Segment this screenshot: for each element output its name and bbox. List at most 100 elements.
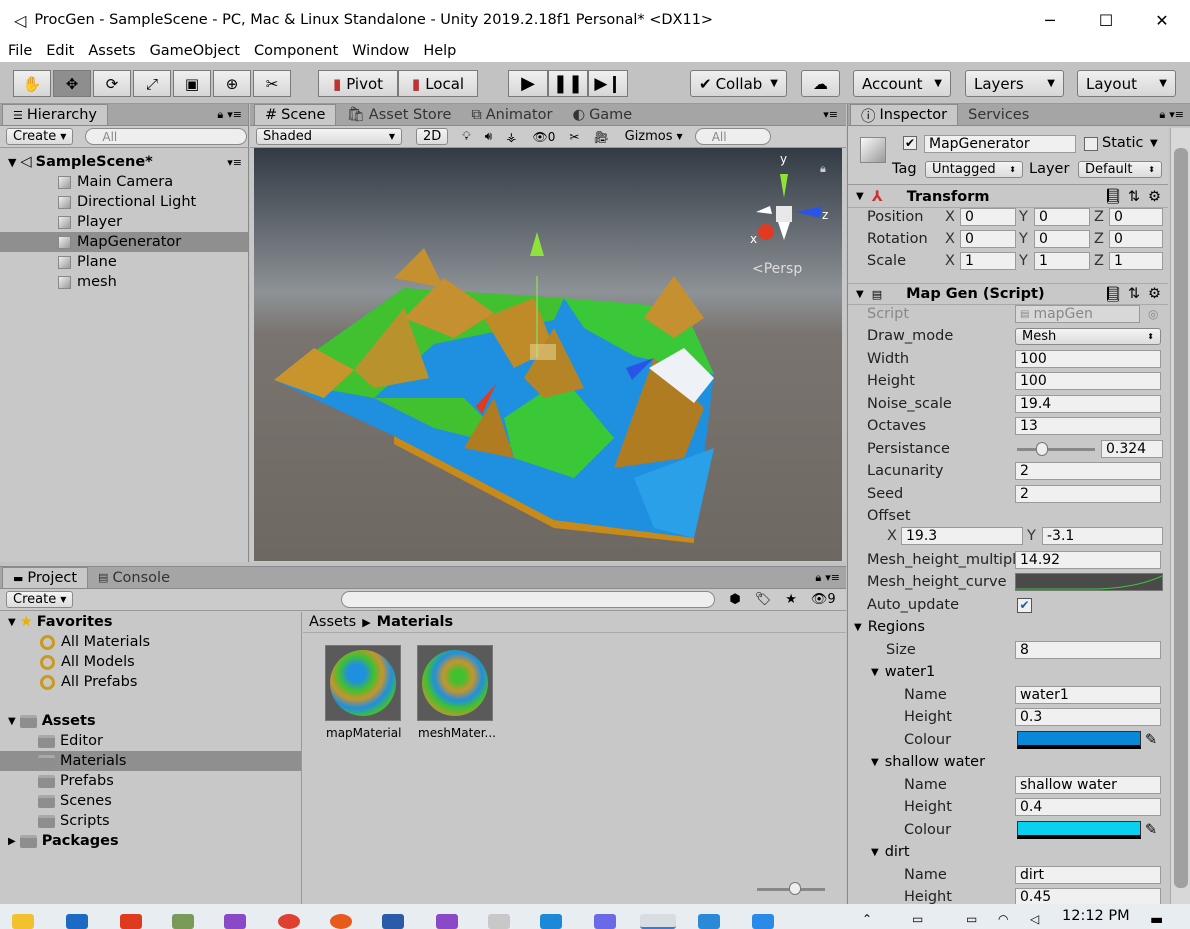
- lock-icon[interactable]: 🔒︎: [820, 162, 826, 176]
- folder-materials[interactable]: Materials: [0, 751, 301, 771]
- close-button[interactable]: ✕: [1134, 0, 1190, 40]
- menu-window[interactable]: Window: [352, 43, 409, 59]
- assets-header[interactable]: ▼ Assets: [0, 711, 301, 731]
- hierarchy-item-player[interactable]: Player: [0, 212, 248, 232]
- persp-label[interactable]: <Persp: [752, 261, 802, 277]
- rotate-tool-button[interactable]: ⟳: [93, 70, 131, 97]
- favorites-header[interactable]: ▼ ★ Favorites: [0, 612, 301, 632]
- region-shallow-water-header[interactable]: ▼ shallow water: [848, 751, 1168, 773]
- tab-scene[interactable]: # Scene: [254, 104, 337, 125]
- width-field[interactable]: 100: [1015, 350, 1161, 368]
- tools-icon[interactable]: ✂: [569, 130, 579, 144]
- region-water1-header[interactable]: ▼ water1: [848, 661, 1168, 683]
- lighting-icon[interactable]: 💡︎: [462, 129, 470, 144]
- transform-tool-button[interactable]: ⊕: [213, 70, 251, 97]
- hierarchy-item-mapgenerator[interactable]: MapGenerator: [0, 232, 248, 252]
- unity-taskbar-icon[interactable]: [640, 914, 676, 929]
- menu-edit[interactable]: Edit: [46, 43, 74, 59]
- gizmos-dropdown[interactable]: Gizmos ▼: [619, 128, 689, 145]
- scene-search-input[interactable]: All: [694, 128, 771, 145]
- noise-scale-field[interactable]: 19.4: [1015, 395, 1161, 413]
- scale-z-field[interactable]: 1: [1109, 252, 1163, 270]
- layers-dropdown[interactable]: Layers ▼: [965, 70, 1064, 97]
- region-height-field[interactable]: 0.4: [1015, 798, 1161, 816]
- static-checkbox[interactable]: [1084, 137, 1098, 151]
- lacunarity-field[interactable]: 2: [1015, 462, 1161, 480]
- explorer-icon[interactable]: [488, 914, 510, 929]
- breadcrumb-materials[interactable]: Materials: [377, 614, 454, 630]
- chrome-icon[interactable]: [278, 914, 300, 929]
- tab-asset-store[interactable]: 🛍︎ Asset Store: [336, 104, 461, 125]
- tab-inspector[interactable]: ⓘ Inspector: [850, 104, 959, 125]
- custom-tool-button[interactable]: ✂: [253, 70, 291, 97]
- scene-root[interactable]: ▼ ◁ SampleScene* ▾≡: [0, 152, 248, 172]
- project-create-dropdown[interactable]: Create ▼: [6, 591, 74, 608]
- position-x-field[interactable]: 0: [960, 208, 1016, 226]
- packages-header[interactable]: ▶ Packages: [0, 831, 301, 851]
- visual-studio-icon[interactable]: [224, 914, 246, 929]
- script-field[interactable]: ▤ mapGen: [1015, 305, 1140, 323]
- vscode-icon[interactable]: [540, 914, 562, 929]
- effects-icon[interactable]: ⚶: [506, 130, 516, 144]
- project-search-input[interactable]: [341, 591, 716, 608]
- scene-viewport[interactable]: y z x <Persp 🔒︎: [254, 148, 842, 561]
- step-button[interactable]: ▶❙: [588, 70, 628, 97]
- maximize-button[interactable]: ☐: [1078, 0, 1134, 40]
- help-icon[interactable]: 📘︎: [1104, 286, 1122, 303]
- region-name-field[interactable]: shallow water: [1015, 776, 1161, 794]
- file-explorer-icon[interactable]: [12, 914, 34, 929]
- height-field[interactable]: 100: [1015, 372, 1161, 390]
- rect-tool-button[interactable]: ▣: [173, 70, 211, 97]
- object-name-field[interactable]: MapGenerator: [924, 135, 1076, 153]
- asset-map-material[interactable]: [325, 645, 401, 721]
- region-colour-swatch[interactable]: [1017, 821, 1141, 839]
- region-name-field[interactable]: dirt: [1015, 866, 1161, 884]
- discord-icon[interactable]: [594, 914, 616, 929]
- asset-mesh-material[interactable]: [417, 645, 493, 721]
- region-name-field[interactable]: water1: [1015, 686, 1161, 704]
- inspector-scrollbar[interactable]: [1170, 128, 1190, 904]
- collab-button[interactable]: ✔ Collab ▼: [690, 70, 787, 97]
- tag-dropdown[interactable]: Untagged ⬍: [925, 161, 1023, 178]
- favorite-all-materials[interactable]: All Materials: [0, 632, 301, 652]
- zoom-icon[interactable]: [752, 914, 774, 929]
- target-icon[interactable]: ◎: [1148, 307, 1158, 321]
- preset-icon[interactable]: ⇅: [1128, 189, 1140, 205]
- offset-y-field[interactable]: -3.1: [1042, 527, 1163, 545]
- panel-menu-icon[interactable]: ▾≡: [825, 571, 840, 584]
- region-height-field[interactable]: 0.45: [1015, 888, 1161, 904]
- local-button[interactable]: ▮ Local: [398, 70, 478, 97]
- account-dropdown[interactable]: Account ▼: [853, 70, 951, 97]
- rotation-z-field[interactable]: 0: [1109, 230, 1163, 248]
- regions-row[interactable]: ▼ Regions: [848, 616, 1168, 638]
- lock-icon[interactable]: 🔒︎: [815, 571, 821, 585]
- rotation-x-field[interactable]: 0: [960, 230, 1016, 248]
- camera-icon[interactable]: 🎥︎: [593, 130, 608, 144]
- pivot-button[interactable]: ▮ Pivot: [318, 70, 398, 97]
- scrollbar-thumb[interactable]: [1174, 148, 1188, 888]
- scale-tool-button[interactable]: ⤢: [133, 70, 171, 97]
- gear-icon[interactable]: ⚙: [1148, 189, 1161, 205]
- gear-icon[interactable]: ⚙: [1148, 286, 1161, 302]
- wifi-icon[interactable]: ◠: [998, 912, 1008, 926]
- draw-mode-dropdown[interactable]: Mesh ⬍: [1015, 327, 1161, 345]
- chevron-down-icon[interactable]: ▼: [1150, 138, 1158, 149]
- battery-icon[interactable]: ▭: [966, 912, 977, 926]
- hierarchy-item-directional-light[interactable]: Directional Light: [0, 192, 248, 212]
- hierarchy-search-input[interactable]: All: [85, 128, 248, 145]
- position-y-field[interactable]: 0: [1034, 208, 1090, 226]
- layout-dropdown[interactable]: Layout ▼: [1077, 70, 1176, 97]
- persistance-slider-track[interactable]: [1017, 448, 1095, 451]
- eyedropper-icon[interactable]: ✎: [1145, 732, 1157, 748]
- word-icon[interactable]: [382, 914, 404, 929]
- folder-scripts[interactable]: Scripts: [0, 811, 301, 831]
- minimize-button[interactable]: ─: [1022, 0, 1078, 40]
- scene-menu-icon[interactable]: ▾≡: [227, 156, 242, 169]
- mail-icon[interactable]: [66, 914, 88, 929]
- menu-assets[interactable]: Assets: [88, 43, 135, 59]
- cloud-button[interactable]: ☁: [801, 70, 840, 97]
- shading-dropdown[interactable]: Shaded ▼: [256, 128, 402, 145]
- persistance-field[interactable]: 0.324: [1101, 440, 1163, 458]
- folder-prefabs[interactable]: Prefabs: [0, 771, 301, 791]
- region-dirt-header[interactable]: ▼ dirt: [848, 841, 1168, 863]
